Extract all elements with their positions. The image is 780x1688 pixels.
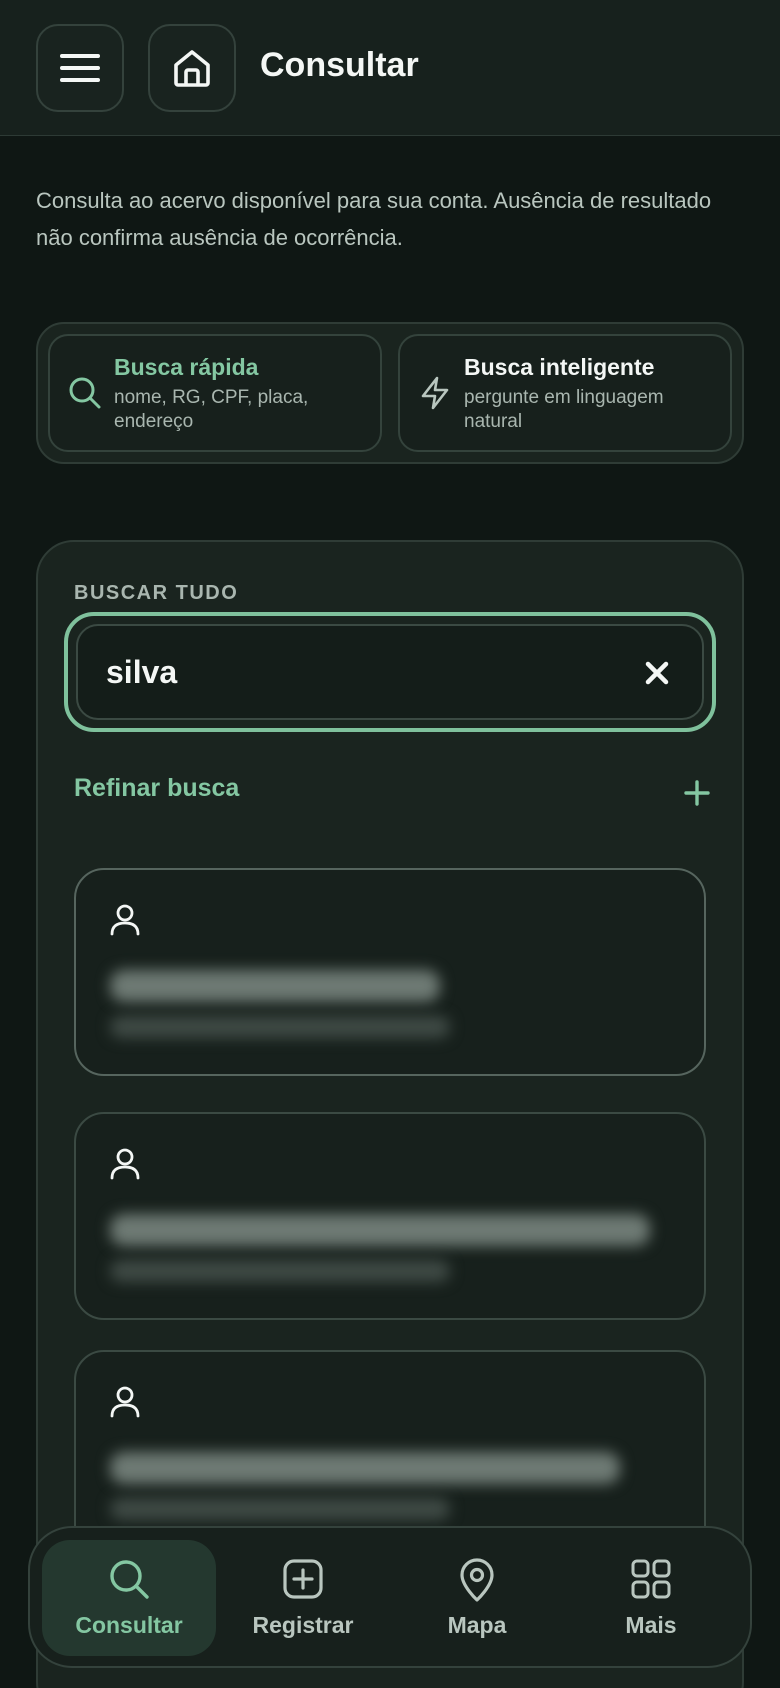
person-icon [110,904,140,936]
close-icon[interactable] [644,660,670,686]
search-input-value: silva [106,654,178,690]
search-icon [69,377,101,409]
home-button[interactable] [148,24,236,112]
redacted-details [110,1260,450,1282]
quick-search-title: Busca rápida [114,354,259,380]
person-icon [110,1148,140,1180]
tab-mapa[interactable]: Mapa [390,1540,564,1656]
result-card[interactable] [74,868,706,1076]
tab-label: Mapa [447,1612,507,1638]
refine-search-label: Refinar busca [74,774,240,802]
tab-label: Consultar [75,1612,183,1638]
tab-mais[interactable]: Mais [564,1540,738,1656]
search-label: BUSCAR TUDO [74,582,239,604]
plus-square-icon [283,1559,323,1599]
menu-button[interactable] [36,24,124,112]
smart-search-title: Busca inteligente [464,354,655,380]
search-panel: BUSCAR TUDO silva Refinar busca [36,540,744,1688]
menu-icon [60,54,100,82]
page-title: Consultar [260,46,419,84]
redacted-name [110,1214,650,1246]
redacted-details [110,1016,450,1038]
quick-search-subtitle: nome, RG, CPF, placa, endereço [114,387,309,432]
map-pin-icon [460,1558,494,1602]
app-header: Consultar [0,0,780,136]
quick-search-option[interactable]: Busca rápida nome, RG, CPF, placa, ender… [48,334,382,452]
search-input[interactable]: silva [76,624,704,720]
search-notice: Consulta ao acervo disponível para sua c… [36,188,712,250]
tab-label: Mais [625,1612,677,1638]
redacted-name [110,970,440,1002]
person-icon [110,1386,140,1418]
tab-label: Registrar [252,1612,354,1638]
search-icon [110,1560,149,1599]
smart-search-subtitle: pergunte em linguagem natural [464,387,664,432]
result-card[interactable] [74,1112,706,1320]
smart-search-option[interactable]: Busca inteligente pergunte em linguagem … [398,334,732,452]
redacted-details [110,1498,450,1520]
grid-icon [631,1559,671,1599]
search-focus-ring: silva [64,612,716,732]
redacted-name [110,1452,620,1484]
plus-icon [684,780,710,806]
home-icon [174,50,210,87]
tab-consultar[interactable]: Consultar [42,1540,216,1656]
search-mode-selector: Busca rápida nome, RG, CPF, placa, ender… [36,322,744,464]
refine-search-toggle[interactable]: Refinar busca [74,774,710,814]
lightning-icon [421,376,449,410]
tab-registrar[interactable]: Registrar [216,1540,390,1656]
bottom-tab-bar: Consultar Registrar Mapa Mais [28,1526,752,1668]
